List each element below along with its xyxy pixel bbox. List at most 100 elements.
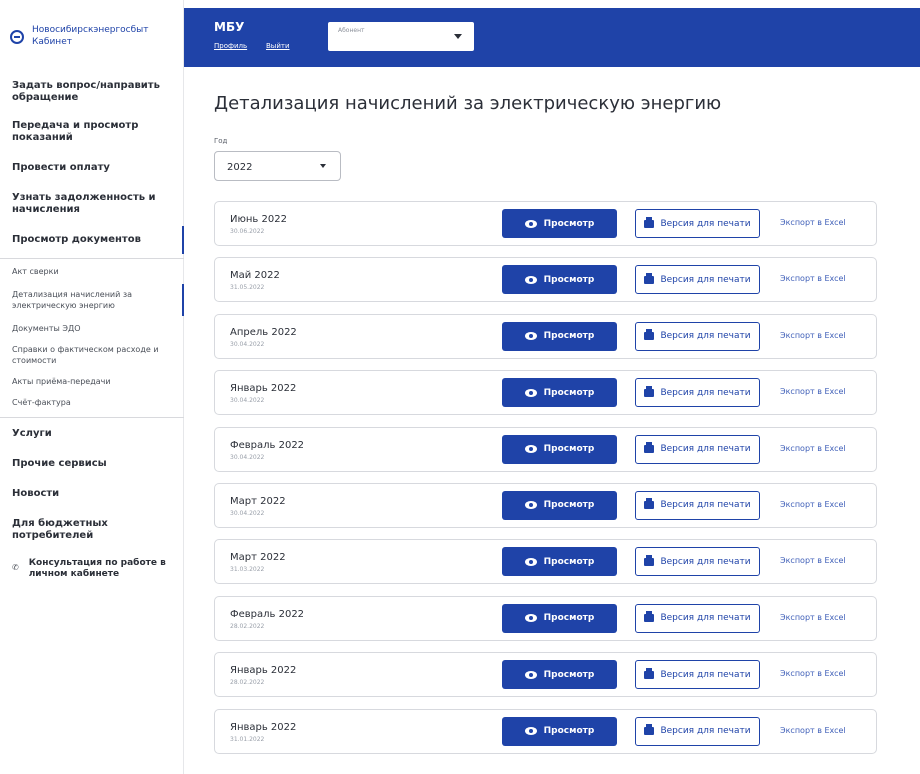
phone-icon: ✆ xyxy=(12,563,19,572)
print-version-button[interactable]: Версия для печати xyxy=(635,716,760,746)
item-date: 30.04.2022 xyxy=(230,453,265,461)
export-excel-link[interactable]: Экспорт в Excel xyxy=(780,218,846,227)
sidebar-item-other-services[interactable]: Прочие сервисы xyxy=(0,454,184,474)
printer-icon xyxy=(644,272,655,284)
item-title: Февраль 2022 xyxy=(230,608,305,620)
print-version-button[interactable]: Версия для печати xyxy=(635,603,760,633)
view-button[interactable]: Просмотр xyxy=(502,490,617,520)
export-excel-link[interactable]: Экспорт в Excel xyxy=(780,444,846,453)
eye-icon xyxy=(524,388,537,397)
sidebar-item-payment[interactable]: Провести оплату xyxy=(0,158,184,178)
brand-logo-icon xyxy=(10,30,24,44)
export-excel-link[interactable]: Экспорт в Excel xyxy=(780,669,846,678)
export-excel-link[interactable]: Экспорт в Excel xyxy=(780,500,846,509)
view-button[interactable]: Просмотр xyxy=(502,265,617,295)
view-button[interactable]: Просмотр xyxy=(502,716,617,746)
printer-icon xyxy=(644,667,655,679)
item-title: Июнь 2022 xyxy=(230,214,287,225)
eye-icon xyxy=(524,332,537,341)
item-title: Январь 2022 xyxy=(230,665,297,677)
sidebar-item-readings[interactable]: Передача и просмотр показаний xyxy=(0,116,184,148)
sidebar-item-budget-consumers[interactable]: Для бюджетных потребителей xyxy=(0,514,184,546)
export-excel-link[interactable]: Экспорт в Excel xyxy=(780,556,846,565)
sidebar-subitem-invoice[interactable]: Счёт-фактура xyxy=(0,394,184,411)
sidebar-subitem-reconciliation[interactable]: Акт сверки xyxy=(0,263,184,280)
list-item: Март 2022 30.04.2022 Просмотр Версия для… xyxy=(214,482,877,528)
printer-icon xyxy=(644,611,655,623)
subscriber-select[interactable]: Абонент xyxy=(328,22,474,51)
eye-icon xyxy=(524,445,537,454)
print-version-button[interactable]: Версия для печати xyxy=(635,547,760,577)
view-button[interactable]: Просмотр xyxy=(502,209,617,238)
brand-subtitle: Кабинет xyxy=(32,37,72,47)
account-name: МБУ xyxy=(214,20,245,34)
list-item: Май 2022 31.05.2022 Просмотр Версия для … xyxy=(214,257,877,303)
item-date: 30.04.2022 xyxy=(230,340,265,348)
eye-icon xyxy=(524,670,537,679)
view-button[interactable]: Просмотр xyxy=(502,603,617,633)
chevron-down-icon xyxy=(454,34,462,39)
view-button[interactable]: Просмотр xyxy=(502,378,617,408)
sidebar-item-documents[interactable]: Просмотр документов xyxy=(0,226,184,254)
year-value: 2022 xyxy=(227,162,253,173)
item-title: Март 2022 xyxy=(230,495,286,507)
item-title: Апрель 2022 xyxy=(230,326,297,338)
year-select[interactable]: 2022 xyxy=(214,151,341,181)
page-title: Детализация начислений за электрическую … xyxy=(214,93,722,114)
print-version-button[interactable]: Версия для печати xyxy=(635,378,760,408)
export-excel-link[interactable]: Экспорт в Excel xyxy=(780,726,846,735)
sidebar-item-consultation[interactable]: ✆ Консультация по работе в личном кабине… xyxy=(0,554,184,584)
print-version-button[interactable]: Версия для печати xyxy=(635,265,760,295)
brand-name: Новосибирскэнергосбыт xyxy=(32,25,149,35)
sidebar-item-news[interactable]: Новости xyxy=(0,484,184,504)
print-version-button[interactable]: Версия для печати xyxy=(635,434,760,464)
sidebar-item-debt[interactable]: Узнать задолженность и начисления xyxy=(0,188,184,220)
printer-icon xyxy=(644,385,655,397)
eye-icon xyxy=(524,727,537,736)
item-date: 30.04.2022 xyxy=(230,397,265,405)
sidebar-menu: Задать вопрос/направить обращение Переда… xyxy=(0,76,184,584)
logout-link[interactable]: Выйти xyxy=(266,42,290,50)
item-date: 31.05.2022 xyxy=(230,284,265,292)
sidebar-item-ask-question[interactable]: Задать вопрос/направить обращение xyxy=(0,76,184,108)
eye-icon xyxy=(524,557,537,566)
printer-icon xyxy=(644,329,655,341)
sidebar-subitem-consumption-certificates[interactable]: Справки о фактическом расходе и стоимост… xyxy=(0,341,184,369)
brand-logo[interactable]: Новосибирскэнергосбыт Кабинет xyxy=(10,24,149,48)
export-excel-link[interactable]: Экспорт в Excel xyxy=(780,613,846,622)
charges-list: Июнь 2022 30.06.2022 Просмотр Версия для… xyxy=(214,201,877,765)
profile-link[interactable]: Профиль xyxy=(214,42,247,50)
export-excel-link[interactable]: Экспорт в Excel xyxy=(780,387,846,396)
eye-icon xyxy=(524,275,537,284)
printer-icon xyxy=(644,216,655,228)
printer-icon xyxy=(644,442,655,454)
view-button[interactable]: Просмотр xyxy=(502,547,617,577)
print-version-button[interactable]: Версия для печати xyxy=(635,660,760,690)
sidebar-item-services[interactable]: Услуги xyxy=(0,424,184,444)
eye-icon xyxy=(524,614,537,623)
eye-icon xyxy=(524,219,537,228)
view-button[interactable]: Просмотр xyxy=(502,660,617,690)
export-excel-link[interactable]: Экспорт в Excel xyxy=(780,331,846,340)
chevron-down-icon xyxy=(320,164,326,168)
printer-icon xyxy=(644,724,655,736)
list-item: Январь 2022 28.02.2022 Просмотр Версия д… xyxy=(214,652,877,698)
item-date: 30.04.2022 xyxy=(230,509,265,517)
print-version-button[interactable]: Версия для печати xyxy=(635,490,760,520)
year-label: Год xyxy=(214,137,228,145)
item-title: Январь 2022 xyxy=(230,383,297,395)
item-date: 28.02.2022 xyxy=(230,679,265,687)
item-title: Февраль 2022 xyxy=(230,439,305,451)
sidebar-subitem-acceptance-acts[interactable]: Акты приёма-передачи xyxy=(0,373,184,390)
export-excel-link[interactable]: Экспорт в Excel xyxy=(780,274,846,283)
print-version-button[interactable]: Версия для печати xyxy=(635,209,760,238)
view-button[interactable]: Просмотр xyxy=(502,434,617,464)
print-version-button[interactable]: Версия для печати xyxy=(635,321,760,351)
list-item: Февраль 2022 28.02.2022 Просмотр Версия … xyxy=(214,595,877,641)
page: Новосибирскэнергосбыт Кабинет Задать воп… xyxy=(0,0,920,774)
view-button[interactable]: Просмотр xyxy=(502,321,617,351)
sidebar-subitem-edo[interactable]: Документы ЭДО xyxy=(0,320,184,337)
eye-icon xyxy=(524,501,537,510)
item-date: 30.06.2022 xyxy=(230,228,265,235)
sidebar-subitem-charges-detail[interactable]: Детализация начислений за электрическую … xyxy=(0,284,184,316)
